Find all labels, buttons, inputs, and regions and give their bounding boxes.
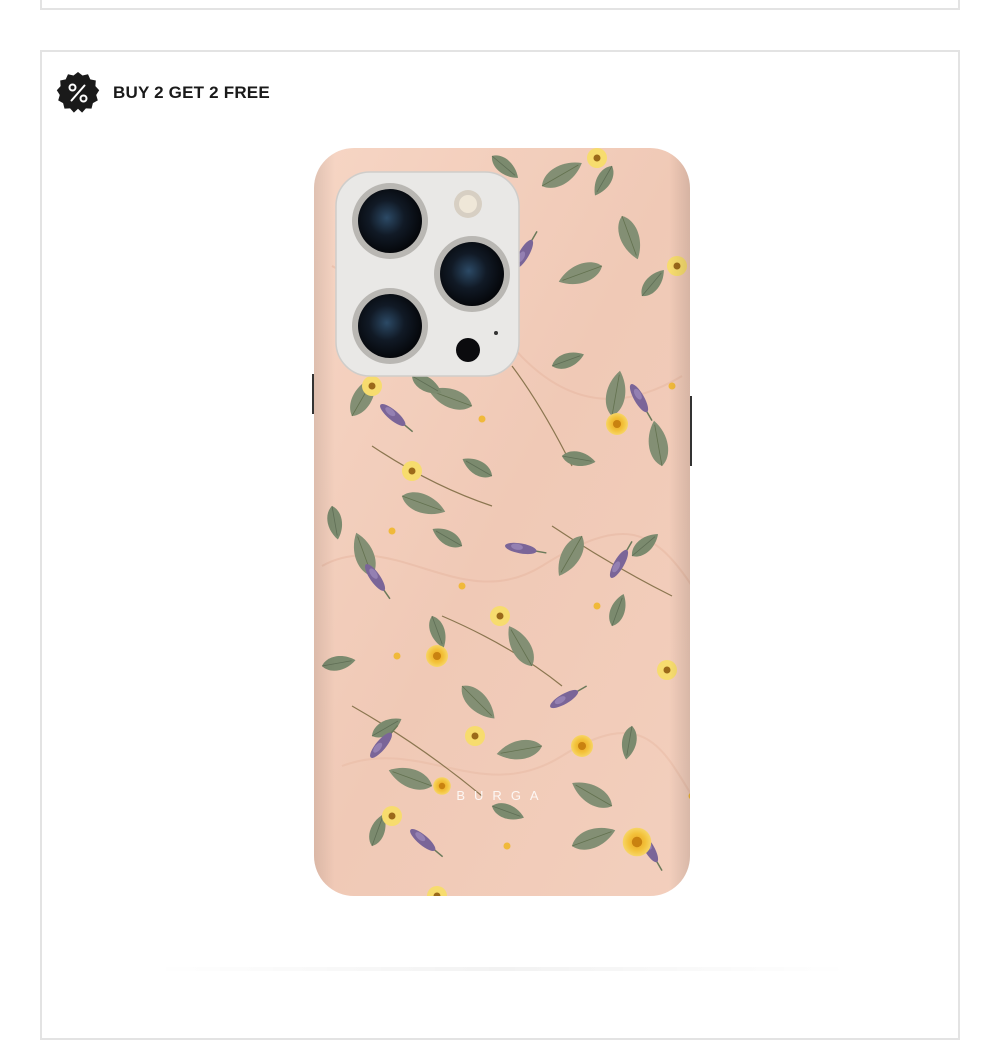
phone-case-illustration: BURGA	[312, 148, 692, 896]
percent-badge-icon	[56, 72, 100, 113]
product-card[interactable]: BUY 2 GET 2 FREE BURGA	[40, 50, 960, 1040]
promo-badge: BUY 2 GET 2 FREE	[56, 71, 270, 115]
camera-module	[335, 171, 520, 377]
image-shadow	[152, 967, 852, 971]
brand-mark: BURGA	[456, 788, 547, 803]
previous-product-card	[40, 0, 960, 10]
product-image[interactable]: BURGA	[312, 146, 692, 898]
promo-label: BUY 2 GET 2 FREE	[113, 83, 270, 102]
